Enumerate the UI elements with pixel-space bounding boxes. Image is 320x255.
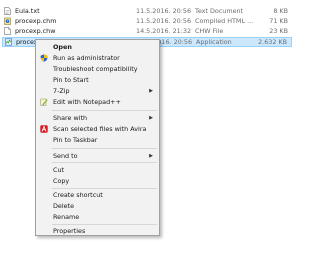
text-file-icon	[4, 7, 11, 15]
help-file-icon: ?	[4, 17, 11, 25]
notepad-plus-plus-icon	[40, 98, 48, 106]
menu-item-label: Pin to Start	[53, 76, 89, 84]
menu-item-open[interactable]: Open	[36, 42, 159, 52]
menu-item-label: Pin to Taskbar	[53, 136, 98, 144]
menu-item-edit-with-notepad-plus-plus[interactable]: Edit with Notepad++	[36, 97, 159, 107]
context-menu: Open Run as administrator Troubleshoot c…	[35, 39, 160, 236]
menu-item-label: Delete	[53, 202, 74, 210]
file-row-eula[interactable]: Eula.txt 11.5.2016. 20:56 Text Document …	[2, 6, 292, 16]
menu-item-label: Troubleshoot compatibility	[53, 65, 138, 73]
avira-icon	[40, 125, 48, 133]
file-row-procexp-chm[interactable]: ? procexp.chm 11.5.2016. 20:56 Compiled …	[2, 16, 292, 26]
generic-file-icon	[4, 27, 11, 35]
file-size: 23 KB	[269, 27, 288, 35]
file-date: 11.5.2016. 20:56	[136, 17, 192, 25]
menu-item-7-zip[interactable]: 7-Zip ▶	[36, 86, 159, 96]
menu-item-share-with[interactable]: Share with ▶	[36, 113, 159, 123]
file-type: Compiled HTML ...	[195, 17, 254, 25]
submenu-arrow-icon: ▶	[149, 153, 153, 159]
menu-separator	[52, 162, 157, 163]
menu-separator	[52, 148, 157, 149]
file-type: Application	[196, 38, 232, 46]
menu-item-properties[interactable]: Properties	[36, 226, 159, 236]
menu-item-run-as-administrator[interactable]: Run as administrator	[36, 53, 159, 63]
menu-item-label: Cut	[53, 166, 65, 174]
menu-item-label: Create shortcut	[53, 191, 103, 199]
menu-item-send-to[interactable]: Send to ▶	[36, 151, 159, 161]
uac-shield-icon	[40, 54, 48, 62]
menu-item-create-shortcut[interactable]: Create shortcut	[36, 190, 159, 200]
menu-item-label: Edit with Notepad++	[53, 98, 121, 106]
application-icon	[5, 38, 12, 46]
file-name: procexp.chm	[15, 17, 57, 25]
menu-item-label: Copy	[53, 177, 70, 185]
menu-separator	[52, 110, 157, 111]
file-date: 11.5.2016. 20:56	[136, 7, 192, 15]
file-size: 2.632 KB	[258, 38, 287, 46]
file-size: 71 KB	[269, 17, 288, 25]
menu-item-rename[interactable]: Rename	[36, 212, 159, 222]
menu-item-label: Run as administrator	[53, 54, 120, 62]
menu-item-label: Scan selected files with Avira	[53, 125, 147, 133]
menu-item-label: Rename	[53, 213, 80, 221]
menu-item-pin-to-start[interactable]: Pin to Start	[36, 75, 159, 85]
menu-item-pin-to-taskbar[interactable]: Pin to Taskbar	[36, 135, 159, 145]
menu-item-label: Send to	[53, 152, 78, 160]
menu-item-delete[interactable]: Delete	[36, 201, 159, 211]
file-date: 14.5.2016. 21:32	[136, 27, 192, 35]
file-name: Eula.txt	[15, 7, 40, 15]
menu-item-troubleshoot-compatibility[interactable]: Troubleshoot compatibility	[36, 64, 159, 74]
menu-item-label: 7-Zip	[53, 87, 70, 95]
submenu-arrow-icon: ▶	[149, 115, 153, 121]
submenu-arrow-icon: ▶	[149, 88, 153, 94]
menu-item-label: Share with	[53, 114, 88, 122]
file-name: procexp.chw	[15, 27, 56, 35]
menu-separator	[52, 188, 157, 189]
menu-item-label: Properties	[53, 227, 86, 235]
menu-item-copy[interactable]: Copy	[36, 176, 159, 186]
menu-separator	[52, 224, 157, 225]
file-size: 8 KB	[273, 7, 288, 15]
menu-item-label: Open	[53, 43, 72, 51]
file-row-procexp-chw[interactable]: procexp.chw 14.5.2016. 21:32 CHW File 23…	[2, 26, 292, 36]
menu-item-cut[interactable]: Cut	[36, 165, 159, 175]
file-type: Text Document	[195, 7, 244, 15]
menu-item-scan-with-avira[interactable]: Scan selected files with Avira	[36, 124, 159, 134]
file-type: CHW File	[195, 27, 224, 35]
